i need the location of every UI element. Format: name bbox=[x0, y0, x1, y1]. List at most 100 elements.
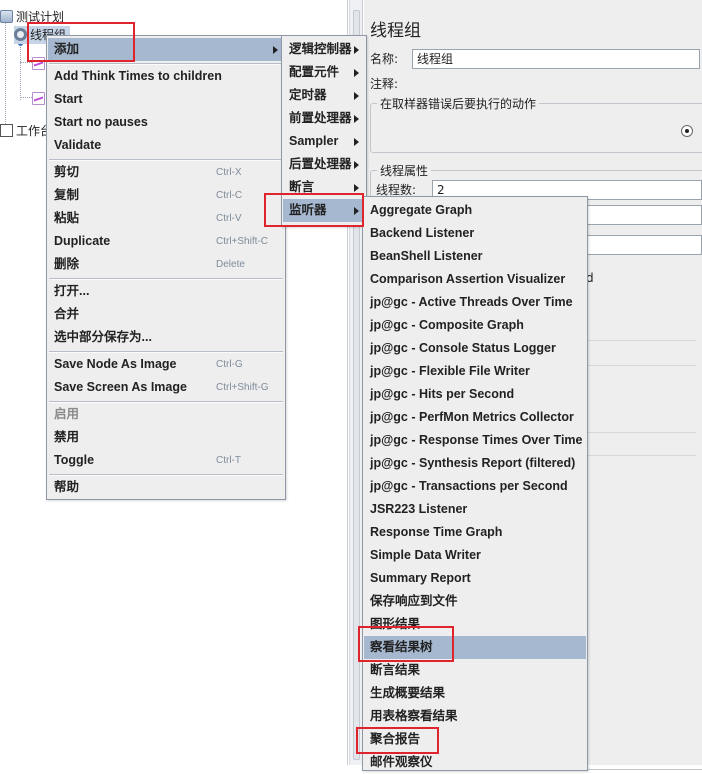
tree-node-workbench[interactable]: 工作台 bbox=[0, 122, 52, 140]
menu-item-enable: 启用 bbox=[54, 407, 80, 421]
shortcut-label: Ctrl+Shift-C bbox=[216, 236, 268, 247]
menu-item-duplicate[interactable]: Duplicate Ctrl+Shift-C bbox=[48, 230, 284, 253]
menu-item-generate-summary[interactable]: 生成概要结果 bbox=[364, 682, 586, 705]
shortcut-label: Ctrl-V bbox=[216, 213, 242, 224]
chevron-right-icon bbox=[354, 115, 359, 123]
menu-item-view-results-table[interactable]: 用表格察看结果 bbox=[364, 705, 586, 728]
thread-props-legend: 线程属性 bbox=[377, 162, 432, 179]
menu-item-save-screen-image[interactable]: Save Screen As Image Ctrl+Shift-G bbox=[48, 376, 284, 399]
menu-item-label: 前置处理器 bbox=[289, 111, 352, 125]
menu-item-label: 粘贴 bbox=[54, 211, 80, 225]
menu-item-label: 配置元件 bbox=[289, 65, 340, 79]
chevron-right-icon bbox=[354, 138, 359, 146]
menu-item-summary-report[interactable]: Summary Report bbox=[364, 567, 586, 590]
menu-item-jsr223-listener[interactable]: JSR223 Listener bbox=[364, 498, 586, 521]
menu-item-graph-results[interactable]: 图形结果 bbox=[364, 613, 586, 636]
menu-item-copy[interactable]: 复制 Ctrl-C bbox=[48, 184, 284, 207]
chevron-right-icon bbox=[354, 92, 359, 100]
shortcut-label: Ctrl-T bbox=[216, 455, 241, 466]
chevron-right-icon bbox=[354, 207, 359, 215]
shortcut-label: Ctrl+Shift-G bbox=[216, 382, 269, 393]
menu-item-simple-data-writer[interactable]: Simple Data Writer bbox=[364, 544, 586, 567]
menu-item-add-think-times[interactable]: Add Think Times to children bbox=[48, 65, 284, 88]
shortcut-label: Ctrl-X bbox=[216, 167, 242, 178]
menu-item-label: 删除 bbox=[54, 257, 80, 271]
menu-item-label: Duplicate bbox=[54, 234, 111, 248]
menu-item-cut[interactable]: 剪切 Ctrl-X bbox=[48, 161, 284, 184]
menu-item-save-responses[interactable]: 保存响应到文件 bbox=[364, 590, 586, 613]
menu-item-comparison-assertion[interactable]: Comparison Assertion Visualizer bbox=[364, 268, 586, 291]
listener-submenu: Aggregate Graph Backend Listener BeanShe… bbox=[362, 196, 588, 771]
menu-item-merge[interactable]: 合并 bbox=[48, 303, 284, 326]
menu-item-label: Save Screen As Image bbox=[54, 380, 187, 394]
menu-item-transactions-per-second[interactable]: jp@gc - Transactions per Second bbox=[364, 475, 586, 498]
menu-item-perfmon-collector[interactable]: jp@gc - PerfMon Metrics Collector bbox=[364, 406, 586, 429]
menu-item-label: 添加 bbox=[54, 42, 80, 56]
menu-item-assertion[interactable]: 断言 bbox=[283, 176, 365, 199]
menu-item-aggregate-graph[interactable]: Aggregate Graph bbox=[364, 199, 586, 222]
menu-item-synthesis-report[interactable]: jp@gc - Synthesis Report (filtered) bbox=[364, 452, 586, 475]
menu-item-start[interactable]: Start bbox=[48, 88, 284, 111]
tree-connector bbox=[20, 40, 21, 100]
menu-item-save-node-image[interactable]: Save Node As Image Ctrl-G bbox=[48, 353, 284, 376]
menu-item-hits-per-second[interactable]: jp@gc - Hits per Second bbox=[364, 383, 586, 406]
error-action-group: 在取样器错误后要执行的动作 bbox=[370, 95, 702, 153]
add-submenu: 逻辑控制器 配置元件 定时器 前置处理器 Sampler 后置处理器 断言 监听… bbox=[281, 35, 367, 227]
menu-item-preprocessor[interactable]: 前置处理器 bbox=[283, 107, 365, 130]
tree-connector bbox=[20, 97, 32, 98]
menu-item-aggregate-report[interactable]: 聚合报告 bbox=[364, 728, 586, 751]
menu-item-toggle[interactable]: Toggle Ctrl-T bbox=[48, 449, 284, 472]
menu-item-postprocessor[interactable]: 后置处理器 bbox=[283, 153, 365, 176]
menu-item-open[interactable]: 打开... bbox=[48, 280, 284, 303]
listener-icon bbox=[32, 92, 45, 105]
menu-item-label: 定时器 bbox=[289, 88, 327, 102]
menu-item-response-time-graph[interactable]: Response Time Graph bbox=[364, 521, 586, 544]
menu-item-validate[interactable]: Validate bbox=[48, 134, 284, 157]
menu-item-composite-graph[interactable]: jp@gc - Composite Graph bbox=[364, 314, 586, 337]
menu-item-save-selection[interactable]: 选中部分保存为... bbox=[48, 326, 284, 349]
menu-item-backend-listener[interactable]: Backend Listener bbox=[364, 222, 586, 245]
shortcut-label: Ctrl-C bbox=[216, 190, 243, 201]
menu-item-view-results-tree[interactable]: 察看结果树 bbox=[364, 636, 586, 659]
chevron-right-icon bbox=[354, 184, 359, 192]
menu-item-logic-controller[interactable]: 逻辑控制器 bbox=[283, 38, 365, 61]
tree-node-label: 测试计划 bbox=[16, 10, 65, 24]
comment-label: 注释: bbox=[370, 77, 399, 91]
menu-item-flexible-file-writer[interactable]: jp@gc - Flexible File Writer bbox=[364, 360, 586, 383]
menu-item-sampler[interactable]: Sampler bbox=[283, 130, 365, 153]
menu-item-delete[interactable]: 删除 Delete bbox=[48, 253, 284, 276]
menu-item-active-threads[interactable]: jp@gc - Active Threads Over Time bbox=[364, 291, 586, 314]
chevron-right-icon bbox=[354, 46, 359, 54]
menu-item-disable[interactable]: 禁用 bbox=[48, 426, 284, 449]
menu-item-add[interactable]: 添加 bbox=[48, 38, 284, 61]
context-menu: 添加 Add Think Times to children Start Sta… bbox=[46, 35, 286, 500]
menu-item-listener[interactable]: 监听器 bbox=[283, 199, 365, 222]
menu-item-response-times[interactable]: jp@gc - Response Times Over Time bbox=[364, 429, 586, 452]
menu-item-assertion-results[interactable]: 断言结果 bbox=[364, 659, 586, 682]
menu-item-start-no-pauses[interactable]: Start no pauses bbox=[48, 111, 284, 134]
name-field[interactable]: 线程组 bbox=[412, 49, 700, 69]
tree-connector bbox=[5, 18, 6, 128]
listener-icon bbox=[32, 57, 45, 70]
menu-item-label: Save Node As Image bbox=[54, 357, 177, 371]
menu-item-mailer-visualizer[interactable]: 邮件观察仪 bbox=[364, 751, 586, 774]
chevron-right-icon bbox=[273, 46, 278, 54]
name-label: 名称: bbox=[370, 52, 399, 66]
menu-item-config-element[interactable]: 配置元件 bbox=[283, 61, 365, 84]
menu-item-label: Sampler bbox=[289, 134, 339, 148]
menu-item-label: Toggle bbox=[54, 453, 95, 467]
menu-item-console-status-logger[interactable]: jp@gc - Console Status Logger bbox=[364, 337, 586, 360]
menu-item-label: 逻辑控制器 bbox=[289, 42, 352, 56]
menu-item-timer[interactable]: 定时器 bbox=[283, 84, 365, 107]
tree-node-test-plan[interactable]: 测试计划 bbox=[0, 8, 64, 26]
menu-item-help[interactable]: 帮助 bbox=[48, 476, 284, 499]
comment-field[interactable] bbox=[412, 74, 700, 94]
menu-item-paste[interactable]: 粘贴 Ctrl-V bbox=[48, 207, 284, 230]
continue-radio[interactable] bbox=[681, 125, 693, 137]
error-action-legend: 在取样器错误后要执行的动作 bbox=[377, 95, 540, 112]
menu-item-label: 剪切 bbox=[54, 165, 80, 179]
menu-item-beanshell-listener[interactable]: BeanShell Listener bbox=[364, 245, 586, 268]
test-plan-icon bbox=[0, 10, 13, 23]
menu-item-label: 监听器 bbox=[289, 203, 327, 217]
menu-item-label: 后置处理器 bbox=[289, 157, 352, 171]
